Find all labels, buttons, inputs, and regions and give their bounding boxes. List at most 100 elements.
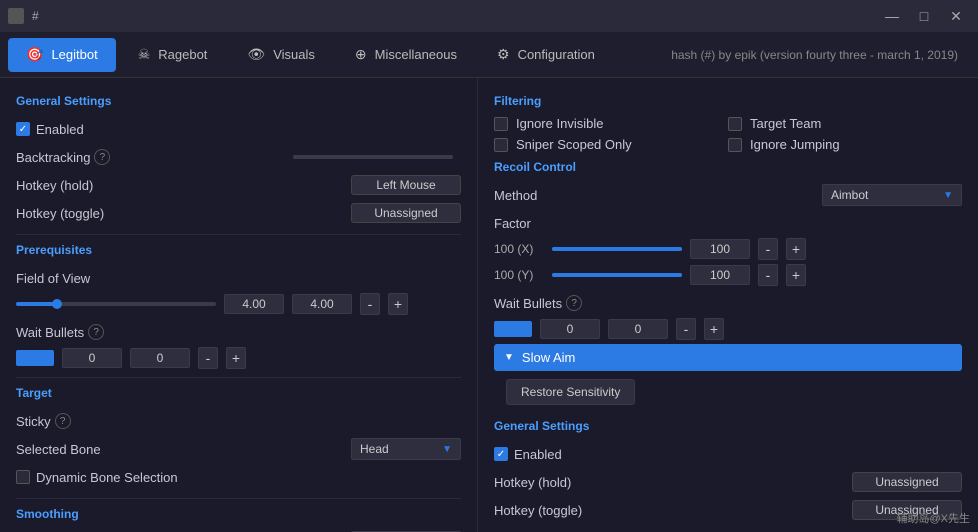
r-wait-plus-btn[interactable]: + <box>704 318 724 340</box>
r-wait-bullets-val2[interactable]: 0 <box>608 319 668 339</box>
r-wait-bullets-slider[interactable] <box>494 321 532 337</box>
hotkey-toggle-button[interactable]: Unassigned <box>351 203 461 223</box>
sniper-scoped-item: Sniper Scoped Only <box>494 137 728 152</box>
ignore-jumping-label: Ignore Jumping <box>750 137 840 152</box>
right-panel: Filtering Ignore Invisible Target Team S… <box>478 78 978 532</box>
ignore-invisible-item: Ignore Invisible <box>494 116 728 131</box>
recoil-method-label: Method <box>494 188 537 203</box>
target-team-checkbox[interactable] <box>728 117 742 131</box>
restore-sensitivity-button[interactable]: Restore Sensitivity <box>506 379 635 405</box>
minimize-button[interactable]: — <box>878 6 906 26</box>
slow-aim-header[interactable]: ▼ Slow Aim <box>494 344 962 371</box>
maximize-button[interactable]: □ <box>910 6 938 26</box>
smoothing-title: Smoothing <box>16 507 461 521</box>
main-content: General Settings Enabled Backtracking ? … <box>0 78 978 532</box>
selected-bone-value: Head <box>360 442 389 456</box>
y-minus-btn[interactable]: - <box>758 264 778 286</box>
left-panel: General Settings Enabled Backtracking ? … <box>0 78 478 532</box>
filtering-title: Filtering <box>494 94 962 108</box>
wait-bullets-minus-btn[interactable]: - <box>198 347 218 369</box>
hotkey-hold-row: Hotkey (hold) Left Mouse <box>16 172 461 198</box>
hotkey-hold-button[interactable]: Left Mouse <box>351 175 461 195</box>
tab-legitbot[interactable]: 🎯 Legitbot <box>8 38 116 72</box>
window-controls: — □ ✕ <box>878 6 970 26</box>
backtracking-row: Backtracking ? <box>16 144 461 170</box>
wait-bullets-val1[interactable]: 0 <box>62 348 122 368</box>
tab-config-label: Configuration <box>518 47 595 62</box>
fov-slider-track[interactable] <box>16 302 216 306</box>
tab-miscellaneous[interactable]: ⊕ Miscellaneous <box>337 38 475 72</box>
tabbar: 🎯 Legitbot ☠ Ragebot 👁 Visuals ⊕ Miscell… <box>0 32 978 78</box>
legitbot-icon: 🎯 <box>26 46 43 63</box>
dynamic-bone-label: Dynamic Bone Selection <box>36 470 178 485</box>
enabled-checkbox[interactable] <box>16 122 30 136</box>
fov-value1[interactable]: 4.00 <box>224 294 284 314</box>
wait-bullets-label: Wait Bullets <box>16 325 84 340</box>
enabled-row: Enabled <box>16 116 461 142</box>
target-title: Target <box>16 386 461 400</box>
tab-visuals[interactable]: 👁 Visuals <box>229 38 332 72</box>
sticky-label: Sticky <box>16 414 51 429</box>
fov-minus-btn[interactable]: - <box>360 293 380 315</box>
r-enabled-checkbox[interactable] <box>494 447 508 461</box>
wait-bullets-help-icon[interactable]: ? <box>88 324 104 340</box>
x-slider[interactable] <box>552 247 682 251</box>
wait-bullets-val2[interactable]: 0 <box>130 348 190 368</box>
close-button[interactable]: ✕ <box>942 6 970 26</box>
sticky-help-icon[interactable]: ? <box>55 413 71 429</box>
r-wait-bullets-label: Wait Bullets <box>494 296 562 311</box>
ignore-jumping-checkbox[interactable] <box>728 138 742 152</box>
hotkey-toggle-label: Hotkey (toggle) <box>16 206 104 221</box>
r-wait-bullets-slider-row: 0 0 - + <box>494 318 962 340</box>
y-slider[interactable] <box>552 273 682 277</box>
dynamic-bone-checkbox[interactable] <box>16 470 30 484</box>
misc-icon: ⊕ <box>355 46 367 63</box>
fov-label: Field of View <box>16 271 90 286</box>
tab-ragebot[interactable]: ☠ Ragebot <box>120 38 226 72</box>
wait-bullets-plus-btn[interactable]: + <box>226 347 246 369</box>
recoil-control-title: Recoil Control <box>494 160 962 174</box>
tab-configuration[interactable]: ⚙ Configuration <box>479 38 613 72</box>
selected-bone-dropdown[interactable]: Head ▼ <box>351 438 461 460</box>
hotkey-hold-label: Hotkey (hold) <box>16 178 93 193</box>
general-settings-title: General Settings <box>16 94 461 108</box>
r-hotkey-hold-row: Hotkey (hold) Unassigned <box>494 469 962 495</box>
r-hotkey-toggle-button[interactable]: Unassigned <box>852 500 962 520</box>
ignore-invisible-label: Ignore Invisible <box>516 116 603 131</box>
fov-plus-btn[interactable]: + <box>388 293 408 315</box>
backtracking-help-icon[interactable]: ? <box>94 149 110 165</box>
recoil-method-dropdown[interactable]: Aimbot ▼ <box>822 184 962 206</box>
selected-bone-row: Selected Bone Head ▼ <box>16 436 461 462</box>
y-value[interactable]: 100 <box>690 265 750 285</box>
y-label: 100 (Y) <box>494 268 544 282</box>
bone-dropdown-arrow: ▼ <box>442 444 452 455</box>
r-wait-bullets-help-icon[interactable]: ? <box>566 295 582 311</box>
y-plus-btn[interactable]: + <box>786 264 806 286</box>
wait-bullets-row: Wait Bullets ? <box>16 319 461 345</box>
config-icon: ⚙ <box>497 46 510 63</box>
slow-aim-arrow-icon: ▼ <box>504 352 514 363</box>
x-plus-btn[interactable]: + <box>786 238 806 260</box>
ignore-invisible-checkbox[interactable] <box>494 117 508 131</box>
r-enabled-row: Enabled <box>494 441 962 467</box>
sniper-scoped-checkbox[interactable] <box>494 138 508 152</box>
fov-slider-row: 4.00 4.00 - + <box>16 293 461 315</box>
target-team-item: Target Team <box>728 116 962 131</box>
x-minus-btn[interactable]: - <box>758 238 778 260</box>
wait-bullets-slider[interactable] <box>16 350 54 366</box>
r-wait-bullets-val1[interactable]: 0 <box>540 319 600 339</box>
fov-value2[interactable]: 4.00 <box>292 294 352 314</box>
ragebot-icon: ☠ <box>138 46 151 63</box>
x-value[interactable]: 100 <box>690 239 750 259</box>
recoil-factor-label: Factor <box>494 216 531 231</box>
sniper-scoped-label: Sniper Scoped Only <box>516 137 632 152</box>
titlebar: # — □ ✕ <box>0 0 978 32</box>
ignore-jumping-item: Ignore Jumping <box>728 137 962 152</box>
r-hotkey-toggle-label: Hotkey (toggle) <box>494 503 582 518</box>
recoil-dropdown-arrow: ▼ <box>943 190 953 201</box>
r-wait-minus-btn[interactable]: - <box>676 318 696 340</box>
r-hotkey-hold-button[interactable]: Unassigned <box>852 472 962 492</box>
tab-misc-label: Miscellaneous <box>375 47 457 62</box>
tab-legitbot-label: Legitbot <box>51 47 97 62</box>
slow-aim-label: Slow Aim <box>522 350 575 365</box>
